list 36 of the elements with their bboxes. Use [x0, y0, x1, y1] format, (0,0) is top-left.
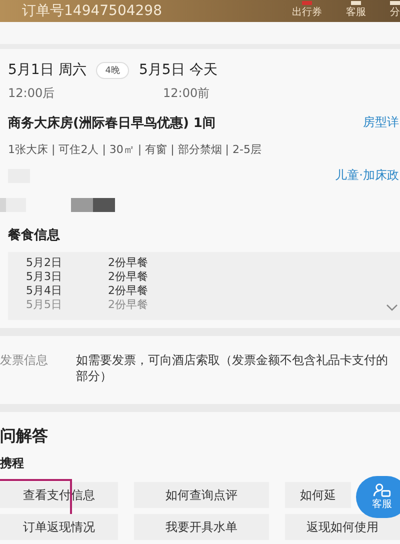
checkin-date: 5月1日 周六	[8, 61, 86, 79]
question-button[interactable]: 如何查询点评	[134, 482, 269, 508]
meal-count: 2份早餐	[108, 270, 148, 284]
meal-section-title: 餐食信息	[8, 227, 61, 244]
invoice-text: 如需要发票，可向酒店索取（发票金额不包含礼品卡支付的部分）	[76, 352, 389, 384]
faq-title: 问解答	[0, 426, 49, 447]
faq-subtitle: 携程	[0, 455, 25, 472]
meal-date: 5月2日	[26, 256, 63, 270]
customer-service-label: 客服	[372, 498, 392, 511]
checkin-time: 12:00后	[8, 85, 56, 102]
room-features: 1张大床 | 可住2人 | 30㎡ | 有窗 | 部分禁烟 | 2-5层	[8, 142, 262, 157]
room-title: 商务大床房(洲际春日早鸟优惠) 1间	[8, 114, 216, 132]
question-button[interactable]: 我要开具水单	[134, 514, 269, 540]
policy-link[interactable]: 儿童·加床政	[335, 167, 399, 184]
meal-date: 5月3日	[26, 270, 63, 284]
question-button[interactable]: 如何延	[285, 482, 351, 508]
person-icon	[373, 483, 391, 497]
header-action[interactable]: 客服	[338, 1, 374, 19]
invoice-label: 发票信息	[0, 352, 48, 369]
chevron-down-icon[interactable]	[386, 304, 398, 312]
order-number: 订单号14947504298	[22, 3, 162, 19]
room-details-link[interactable]: 房型详	[363, 114, 399, 132]
meal-date: 5月5日	[26, 298, 63, 312]
meal-count: 2份早餐	[108, 298, 148, 312]
header-action[interactable]: 分	[382, 1, 400, 19]
meal-date: 5月4日	[26, 284, 63, 298]
meal-count: 2份早餐	[108, 256, 148, 270]
checkout-date: 5月5日 今天	[139, 61, 218, 79]
question-button[interactable]: 订单返现情况	[0, 514, 118, 540]
question-button[interactable]: 查看支付信息	[0, 482, 118, 508]
nights-badge: 4晚	[96, 62, 129, 78]
redaction-block	[71, 198, 115, 212]
question-button[interactable]: 返现如何使用	[285, 514, 400, 540]
checkout-time: 12:00前	[163, 85, 210, 102]
header-action[interactable]: 出行券	[284, 1, 330, 19]
meal-count: 2份早餐	[108, 284, 148, 298]
